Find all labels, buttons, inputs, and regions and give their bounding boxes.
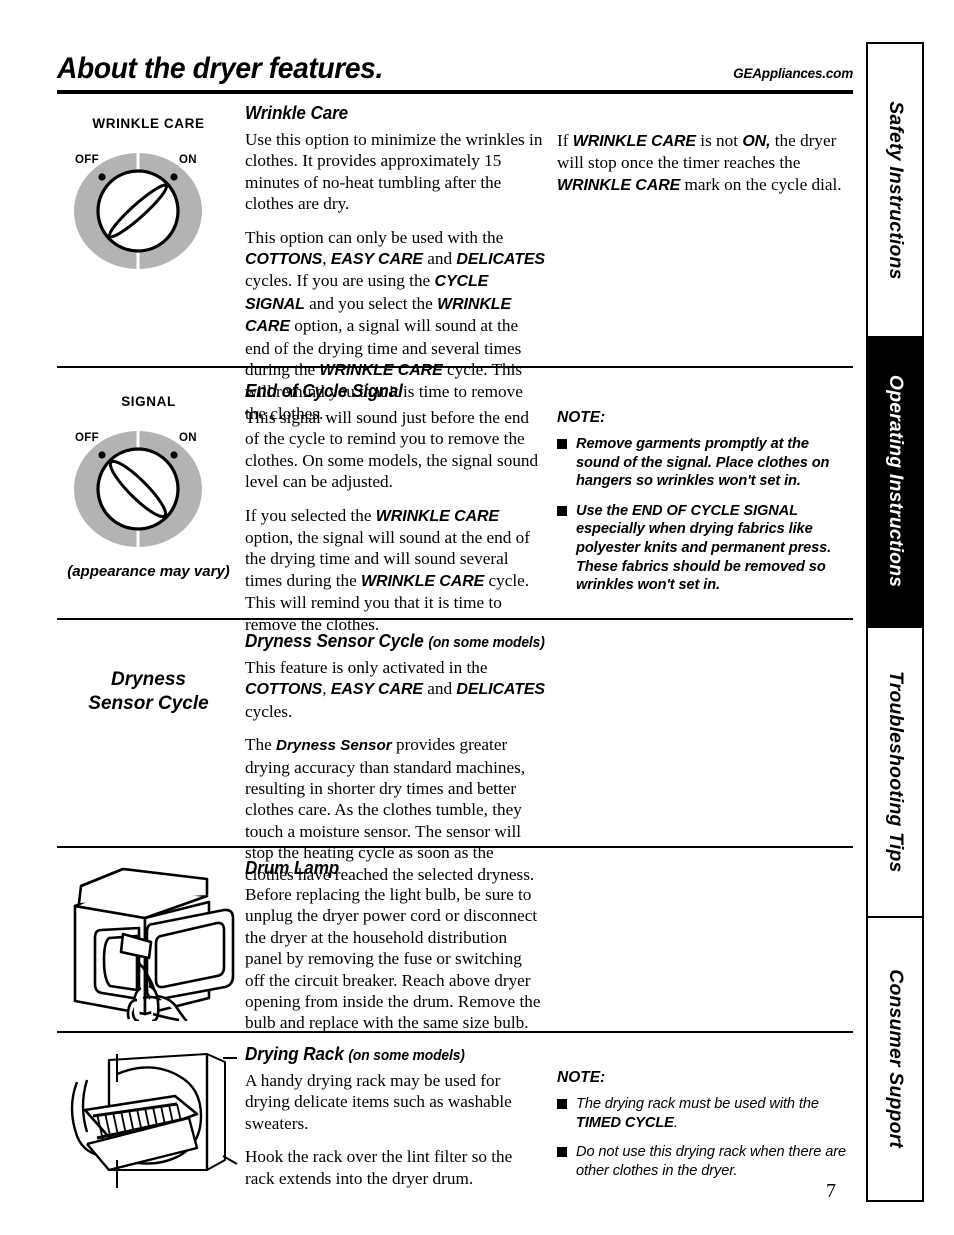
note-bullet-item: Remove garments promptly at the sound of…: [557, 435, 853, 491]
tab-troubleshooting-tips[interactable]: Troubleshooting Tips: [868, 626, 922, 918]
note-text: Use the END OF CYCLE SIGNAL especially w…: [576, 502, 832, 594]
side-label-line-1: Dryness: [111, 669, 186, 690]
term-wrinkle-care: WRINKLE CARE: [375, 507, 500, 525]
signal-paragraph-2: If you selected the WRINKLE CARE option,…: [245, 505, 530, 634]
dryness-sensor-label-column: Dryness Sensor Cycle: [57, 668, 240, 716]
term-easy-care: EASY CARE: [330, 681, 423, 699]
drum-lamp-paragraph-1: Before replacing the light bulb, be sure…: [245, 884, 545, 1034]
square-bullet-icon: [557, 439, 567, 449]
drying-rack-illustration-column: [57, 1052, 240, 1192]
paragraph-text: Before replacing the light bulb, be sure…: [245, 885, 541, 1033]
tab-label: Consumer Support: [885, 969, 906, 1149]
tab-consumer-support[interactable]: Consumer Support: [868, 918, 922, 1200]
section-tab-rail: Safety Instructions Operating Instructio…: [866, 42, 924, 1202]
paragraph-text: Use this option to minimize the wrinkles…: [245, 130, 543, 214]
note-bullet-item: Do not use this drying rack when there a…: [557, 1143, 853, 1180]
term-cottons: COTTONS: [245, 251, 323, 269]
note-title: NOTE:: [557, 1069, 606, 1086]
term-delicates: DELICATES: [456, 681, 546, 699]
heading-text: Dryness Sensor Cycle: [245, 631, 424, 651]
drying-rack-paragraph-2: Hook the rack over the lint filter so th…: [245, 1146, 545, 1189]
drum-lamp-text-column: Drum Lamp Before replacing the light bul…: [245, 858, 545, 1034]
dryness-sensor-side-label: Dryness Sensor Cycle: [57, 668, 240, 716]
signal-note-column: NOTE: Remove garments promptly at the so…: [557, 409, 853, 595]
manual-page: Safety Instructions Operating Instructio…: [0, 0, 954, 1235]
signal-illustration-column: SIGNAL OFF ON (appearance may vary): [57, 394, 240, 580]
drying-rack-paragraph-1: A handy drying rack may be used for dryi…: [245, 1070, 545, 1134]
drum-lamp-illustration-column: [57, 866, 240, 1021]
wrinkle-care-note-column: If WRINKLE CARE is not ON, the dryer wil…: [557, 130, 853, 196]
term-timed-cycle: TIMED CYCLE: [576, 1114, 674, 1131]
paragraph-text: Hook the rack over the lint filter so th…: [245, 1147, 513, 1188]
site-url: GEAppliances.com: [733, 66, 853, 81]
page-title: About the dryer features.: [57, 52, 383, 85]
term-wrinkle-care: WRINKLE CARE: [572, 133, 696, 150]
term-wrinkle-care: WRINKLE CARE: [319, 362, 443, 380]
wrinkle-care-text-column: Wrinkle Care Use this option to minimize…: [245, 103, 545, 424]
wrinkle-care-knob-illustration: OFF ON: [57, 145, 240, 275]
tab-label: Operating Instructions: [885, 374, 906, 588]
square-bullet-icon: [557, 505, 567, 516]
section-divider: [57, 846, 853, 848]
note-bullet-item: The drying rack must be used with the TI…: [557, 1095, 853, 1132]
signal-text-column: End of Cycle Signal This signal will sou…: [245, 381, 545, 635]
tab-label: Safety Instructions: [885, 100, 906, 280]
signal-paragraph-1: This signal will sound just before the e…: [245, 407, 545, 493]
term-wrinkle-care: WRINKLE CARE: [557, 176, 681, 194]
wrinkle-care-illustration-column: WRINKLE CARE OFF ON: [57, 116, 240, 275]
tab-safety-instructions[interactable]: Safety Instructions: [868, 44, 922, 336]
tab-label: Troubleshooting Tips: [885, 671, 906, 873]
heading-note: (on some models): [348, 1048, 465, 1064]
note-bullet-item: Use the END OF CYCLE SIGNAL especially w…: [557, 502, 853, 595]
paragraph-text: A handy drying rack may be used for dryi…: [245, 1071, 512, 1133]
heading-text: Drying Rack: [245, 1044, 344, 1064]
heading-note: (on some models): [428, 635, 545, 651]
section-heading-wrinkle-care: Wrinkle Care: [245, 103, 349, 123]
note-text: Remove garments promptly at the sound of…: [576, 436, 830, 490]
drying-rack-illustration: [57, 1052, 240, 1192]
note-text: Do not use this drying rack when there a…: [576, 1144, 846, 1179]
dryness-sensor-paragraph-1: This feature is only activated in the CO…: [245, 658, 546, 721]
square-bullet-icon: [557, 1147, 567, 1158]
section-heading-drying-rack: Drying Rack (on some models): [245, 1044, 530, 1065]
wrinkle-care-right-paragraph: If WRINKLE CARE is not ON, the dryer wil…: [557, 131, 842, 194]
knob-off-label: OFF: [75, 432, 99, 444]
knob-on-label: ON: [179, 154, 197, 166]
signal-knob-illustration: OFF ON: [57, 423, 240, 553]
wrinkle-care-paragraph-1: Use this option to minimize the wrinkles…: [245, 129, 545, 215]
term-dryness-sensor: Dryness Sensor: [276, 737, 392, 755]
section-heading-end-of-cycle-signal: End of Cycle Signal: [245, 381, 403, 401]
knob-label-signal: SIGNAL: [121, 394, 176, 409]
knob-on-label: ON: [179, 432, 197, 444]
term-wrinkle-care: WRINKLE CARE: [361, 572, 485, 590]
side-label-line-2: Sensor Cycle: [88, 693, 209, 714]
note-title: NOTE:: [557, 409, 606, 426]
square-bullet-icon: [557, 1099, 567, 1109]
term-delicates: DELICATES: [456, 251, 546, 269]
section-heading-dryness-sensor-cycle: Dryness Sensor Cycle (on some models): [245, 631, 545, 652]
dryer-with-open-door-illustration: [57, 866, 240, 1021]
section-divider: [57, 1031, 853, 1033]
term-on: ON,: [742, 133, 771, 150]
section-heading-drum-lamp: Drum Lamp: [245, 858, 340, 878]
knob-off-label: OFF: [75, 154, 99, 166]
drying-rack-note-column: NOTE: The drying rack must be used with …: [557, 1069, 853, 1180]
header-rule: [57, 90, 853, 94]
term-easy-care: EASY CARE: [330, 251, 423, 269]
knob-appearance-caption: (appearance may vary): [67, 563, 230, 580]
section-divider: [57, 366, 853, 368]
paragraph-text: This signal will sound just before the e…: [245, 408, 539, 492]
drying-rack-text-column: Drying Rack (on some models) A handy dry…: [245, 1044, 545, 1189]
tab-operating-instructions[interactable]: Operating Instructions: [868, 336, 922, 626]
section-divider: [57, 618, 853, 620]
term-cottons: COTTONS: [245, 681, 323, 699]
knob-label-wrinkle-care: WRINKLE CARE: [92, 116, 205, 131]
page-number: 7: [826, 1180, 836, 1202]
